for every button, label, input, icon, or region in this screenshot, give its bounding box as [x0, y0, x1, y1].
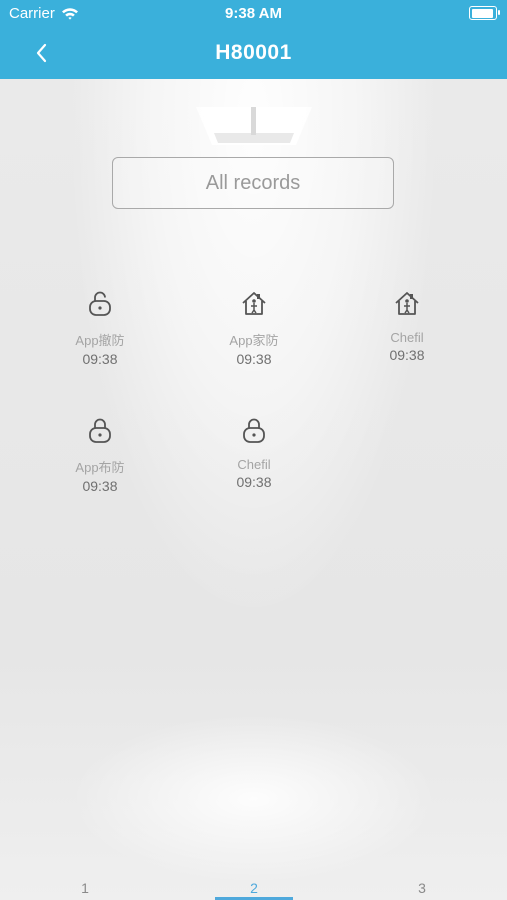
- clock: 9:38 AM: [225, 5, 282, 22]
- record-time: 09:38: [82, 478, 118, 494]
- page-title: H80001: [215, 41, 292, 64]
- filter-label: All records: [205, 171, 301, 194]
- battery-icon: [469, 6, 500, 20]
- record-item[interactable]: Chefil 09:38: [352, 289, 462, 363]
- ceiling-lamp-graphic: [196, 107, 312, 145]
- lock-closed-icon: [89, 418, 111, 443]
- status-bar: Carrier 9:38 AM: [0, 0, 507, 28]
- home-person-icon: [242, 292, 266, 315]
- record-label: Chefil: [390, 330, 424, 345]
- record-item[interactable]: App家防 09:38: [199, 289, 309, 367]
- nav-bar: H80001: [0, 28, 507, 79]
- record-label: Chefil: [237, 457, 271, 472]
- page-tab-2[interactable]: 2: [214, 880, 294, 896]
- record-item[interactable]: App撤防 09:38: [45, 289, 155, 367]
- record-time: 09:38: [82, 351, 118, 367]
- record-label: App撤防: [75, 333, 125, 348]
- lock-open-icon: [89, 291, 111, 316]
- record-label: App布防: [75, 460, 125, 475]
- page-tab-1[interactable]: 1: [45, 880, 125, 896]
- page-tab-3[interactable]: 3: [382, 880, 462, 896]
- records-stage: All records App撤防 09:38 App家防 09:38 Chef…: [0, 79, 507, 900]
- record-label: App家防: [229, 333, 279, 348]
- lock-closed-icon: [243, 418, 265, 443]
- record-time: 09:38: [236, 474, 272, 490]
- record-item[interactable]: App布防 09:38: [45, 416, 155, 494]
- page-tabs: 1 2 3: [0, 880, 507, 900]
- record-time: 09:38: [389, 347, 425, 363]
- record-time: 09:38: [236, 351, 272, 367]
- all-records-filter-button[interactable]: All records: [112, 157, 394, 209]
- home-person-icon: [395, 292, 419, 315]
- record-item[interactable]: Chefil 09:38: [199, 416, 309, 490]
